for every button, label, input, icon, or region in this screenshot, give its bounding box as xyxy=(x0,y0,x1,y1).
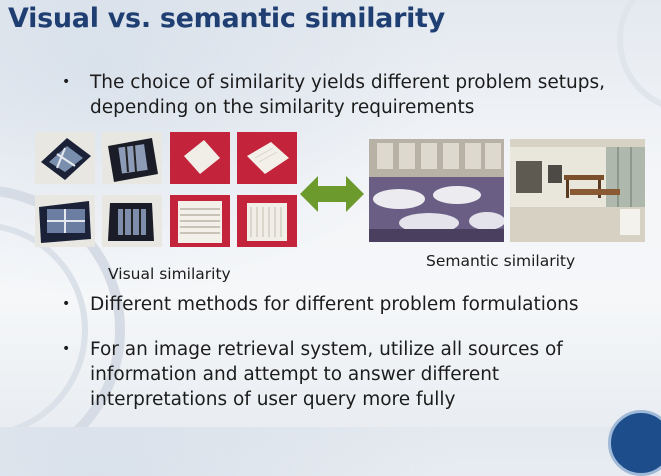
semantic-photo-restaurant xyxy=(369,139,504,242)
bullet-3-line-1: For an image retrieval system, utilize a… xyxy=(90,339,563,360)
visual-similarity-caption: Visual similarity xyxy=(108,265,231,283)
bullet-1-line-1: The choice of similarity yields differen… xyxy=(90,72,606,93)
semantic-similarity-caption: Semantic similarity xyxy=(426,252,576,270)
visual-thumbnail xyxy=(170,132,230,184)
visual-thumbnail xyxy=(102,132,162,184)
logo-badge xyxy=(608,410,661,476)
visual-thumbnail xyxy=(35,195,95,247)
bullet-3-line-2: information and attempt to answer differ… xyxy=(90,364,500,385)
visual-thumbnail xyxy=(237,132,297,184)
bullet-3-line-3: interpretations of user query more fully xyxy=(90,389,456,410)
slide-title: Visual vs. semantic similarity xyxy=(8,3,445,34)
bullet-marker: • xyxy=(62,74,71,90)
visual-thumbnail xyxy=(35,132,95,184)
double-headed-arrow-icon xyxy=(300,176,364,212)
bullet-1-line-2: depending on the similarity requirements xyxy=(90,97,475,118)
visual-thumbnail xyxy=(170,195,230,247)
visual-thumbnail xyxy=(237,195,297,247)
bullet-2-line-1: Different methods for different problem … xyxy=(90,294,579,315)
bullet-marker: • xyxy=(62,341,71,357)
visual-thumbnail xyxy=(102,195,162,247)
semantic-photo-library xyxy=(510,139,645,242)
bullet-marker: • xyxy=(62,296,71,312)
